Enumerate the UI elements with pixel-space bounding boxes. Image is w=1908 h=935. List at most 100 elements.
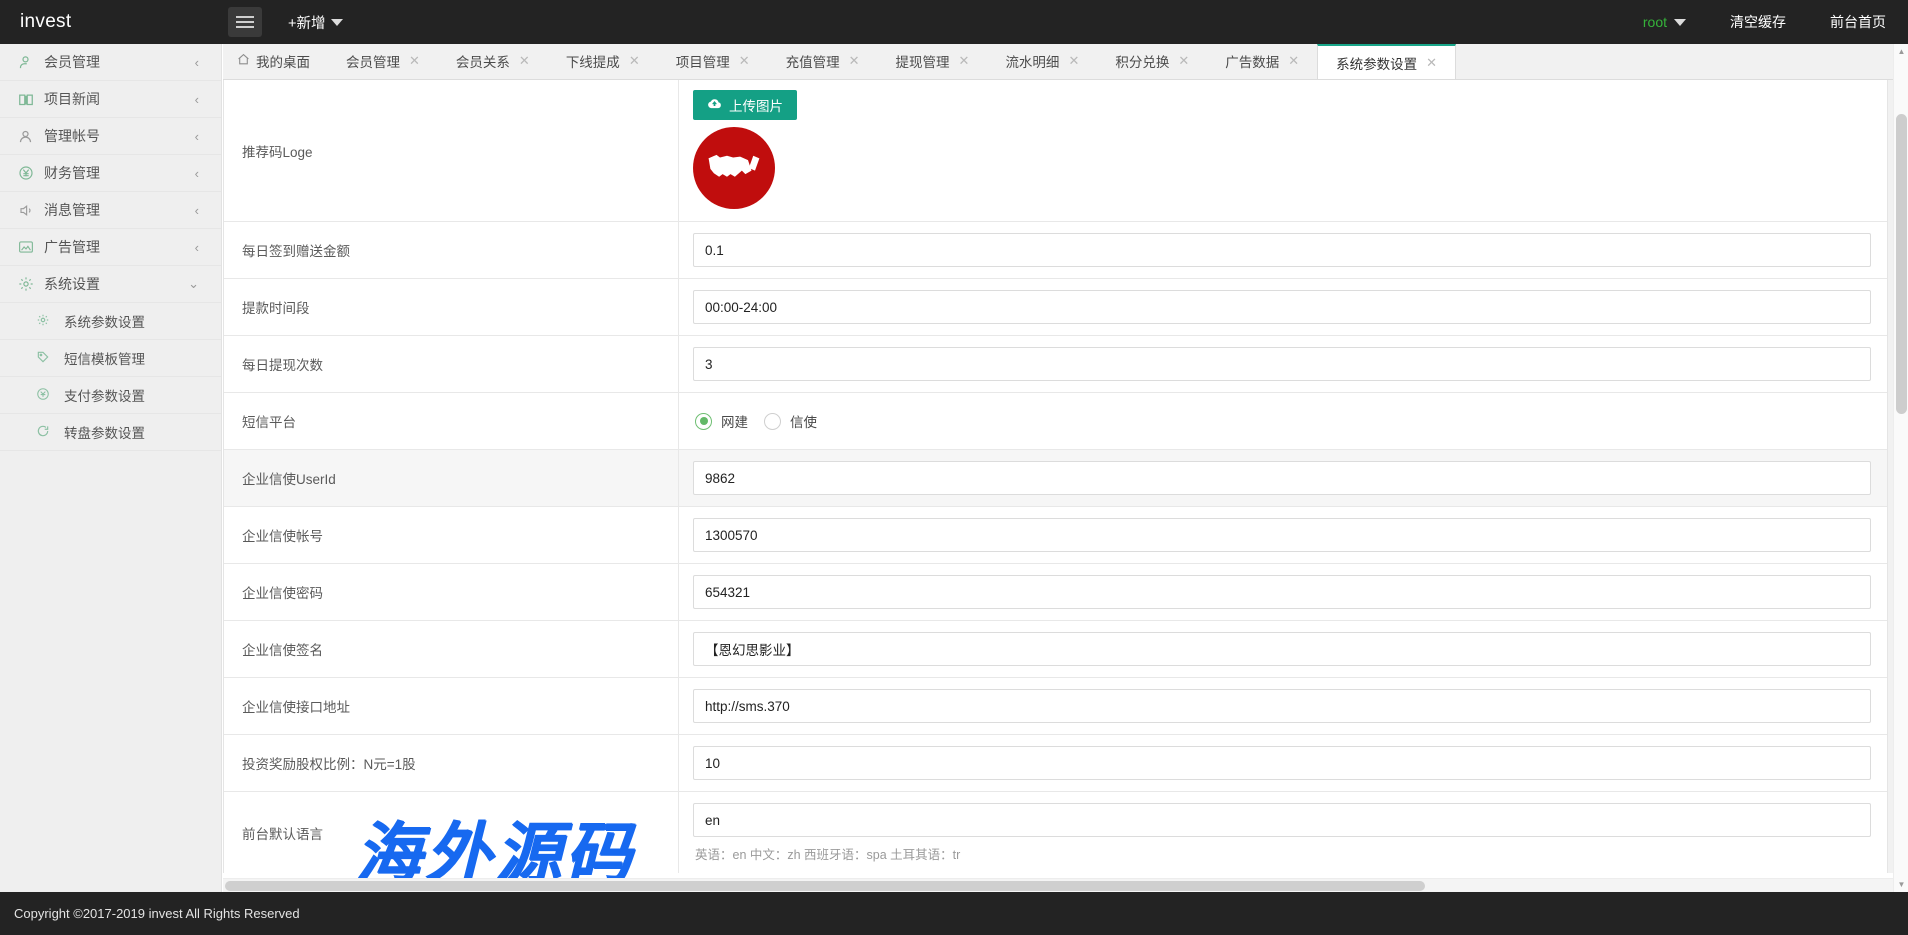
sidebar-subitem-label: 转盘参数设置 [64,422,145,442]
daily-signin-bonus-input[interactable] [693,233,1871,267]
sidebar-item-project-news[interactable]: 项目新闻 ‹ [0,81,221,118]
form-label: 投资奖励股权比例：N元=1股 [224,735,679,791]
scroll-down-arrow-icon[interactable]: ▼ [1894,877,1908,892]
close-icon[interactable]: ✕ [1068,53,1079,69]
tab-label: 提现管理 [896,51,950,71]
tab-member-relation[interactable]: 会员关系 ✕ [438,44,548,79]
front-home-link[interactable]: 前台首页 [1808,12,1908,32]
top-right-actions: root 清空缓存 前台首页 [1621,0,1908,44]
tab-project-management[interactable]: 项目管理 ✕ [658,44,768,79]
sidebar-item-system-settings[interactable]: 系统设置 ⌄ [0,266,221,303]
sidebar-item-system-params[interactable]: 系统参数设置 [0,303,221,340]
chevron-down-icon [331,19,343,26]
sidebar-subitem-label: 支付参数设置 [64,385,145,405]
yen-icon [18,165,44,181]
sms-signature-input[interactable] [693,632,1871,666]
default-language-input[interactable] [693,803,1871,837]
form-row-sms-userid: 企业信使UserId [224,450,1887,507]
close-icon[interactable]: ✕ [959,53,970,69]
sidebar-item-finance-management[interactable]: 财务管理 ‹ [0,155,221,192]
withdraw-time-range-input[interactable] [693,290,1871,324]
equity-ratio-input[interactable] [693,746,1871,780]
tab-label: 我的桌面 [256,51,310,71]
horizontal-scrollbar[interactable] [223,878,1893,892]
close-icon[interactable]: ✕ [629,53,640,69]
form-label: 推荐码Loge [224,80,679,221]
sms-account-input[interactable] [693,518,1871,552]
form-row-daily-withdraw-count: 每日提现次数 [224,336,1887,393]
clear-cache-button[interactable]: 清空缓存 [1708,12,1808,32]
hamburger-icon[interactable] [228,7,262,37]
pay-icon [36,387,64,404]
tab-label: 系统参数设置 [1336,53,1417,73]
chevron-down-icon [1674,19,1686,26]
scroll-up-arrow-icon[interactable]: ▲ [1894,44,1908,59]
chevron-left-icon: ‹ [195,166,199,181]
form-label: 短信平台 [224,393,679,449]
close-icon[interactable]: ✕ [1288,53,1299,69]
form-control: 上传图片 [679,80,1887,221]
sidebar-item-admin-account[interactable]: 管理帐号 ‹ [0,118,221,155]
form-row-daily-signin-bonus: 每日签到赠送金额 [224,222,1887,279]
tab-member-management[interactable]: 会员管理 ✕ [328,44,438,79]
sms-userid-input[interactable] [693,461,1871,495]
footer: Copyright ©2017-2019 invest All Rights R… [0,892,1908,935]
upload-image-label: 上传图片 [729,95,783,115]
form-control [679,564,1887,620]
sidebar-submenu-system-settings: 系统参数设置 短信模板管理 支付参数设置 转盘参数设置 [0,303,221,451]
vertical-scroll-thumb[interactable] [1896,114,1907,414]
tab-recharge-management[interactable]: 充值管理 ✕ [768,44,878,79]
sidebar-item-pay-params[interactable]: 支付参数设置 [0,377,221,414]
close-icon[interactable]: ✕ [1178,53,1189,69]
tab-label: 广告数据 [1225,51,1279,71]
brand-logo[interactable]: invest [0,0,222,44]
close-icon[interactable]: ✕ [519,53,530,69]
chevron-left-icon: ‹ [195,92,199,107]
wheel-icon [36,424,64,441]
form-row-equity-ratio: 投资奖励股权比例：N元=1股 [224,735,1887,792]
tab-withdraw-management[interactable]: 提现管理 ✕ [878,44,988,79]
handshake-icon[interactable] [693,127,775,209]
sidebar-item-wheel-params[interactable]: 转盘参数设置 [0,414,221,451]
add-new-label: +新增 [288,12,325,33]
form-label: 每日提现次数 [224,336,679,392]
tab-ad-data[interactable]: 广告数据 ✕ [1207,44,1317,79]
daily-withdraw-count-input[interactable] [693,347,1871,381]
sidebar-item-sms-template[interactable]: 短信模板管理 [0,340,221,377]
tab-my-desktop[interactable]: 我的桌面 [223,44,328,79]
form-row-referral-logo: 推荐码Loge 上传图片 [224,80,1887,222]
tab-label: 会员关系 [456,51,510,71]
vertical-scrollbar[interactable]: ▲ ▼ [1893,44,1908,892]
close-icon[interactable]: ✕ [849,53,860,69]
form-row-sms-signature: 企业信使签名 [224,621,1887,678]
form-control [679,222,1887,278]
chevron-left-icon: ‹ [195,240,199,255]
sms-platform-option-wangjian[interactable]: 网建 [695,411,748,431]
tab-downline-commission[interactable]: 下线提成 ✕ [548,44,658,79]
sms-password-input[interactable] [693,575,1871,609]
form-control [679,450,1887,506]
upload-image-button[interactable]: 上传图片 [693,90,797,120]
form-label: 企业信使签名 [224,621,679,677]
home-icon [237,53,250,69]
sidebar-item-ad-management[interactable]: 广告管理 ‹ [0,229,221,266]
close-icon[interactable]: ✕ [739,53,750,69]
user-menu[interactable]: root [1621,14,1708,30]
tab-points-exchange[interactable]: 积分兑换 ✕ [1097,44,1207,79]
radio-label: 信使 [790,411,817,431]
add-new-button[interactable]: +新增 [288,12,343,33]
horizontal-scroll-thumb[interactable] [225,881,1425,891]
account-icon [18,129,44,144]
sms-api-url-input[interactable] [693,689,1871,723]
close-icon[interactable]: ✕ [409,53,420,69]
tab-transaction-detail[interactable]: 流水明细 ✕ [987,44,1097,79]
form-row-sms-account: 企业信使帐号 [224,507,1887,564]
tab-label: 充值管理 [786,51,840,71]
sidebar-subitem-label: 短信模板管理 [64,348,145,368]
close-icon[interactable]: ✕ [1426,55,1437,71]
sidebar-item-member-management[interactable]: 会员管理 ‹ [0,44,221,81]
sidebar-item-message-management[interactable]: 消息管理 ‹ [0,192,221,229]
sms-platform-option-xinshi[interactable]: 信使 [764,411,817,431]
user-name-label: root [1643,14,1667,30]
tab-system-params[interactable]: 系统参数设置 ✕ [1317,44,1456,80]
